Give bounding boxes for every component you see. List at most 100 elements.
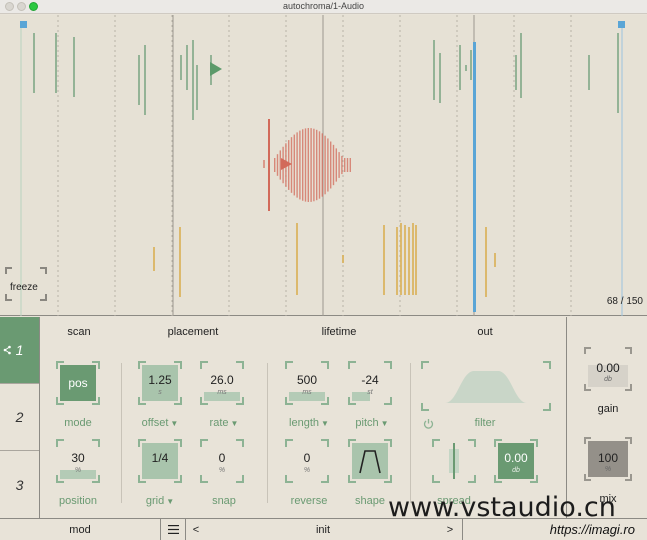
pitch-value: -24 <box>361 373 379 387</box>
output-level-unit: db <box>512 467 520 474</box>
grain-yellow <box>342 255 344 263</box>
filter-curve <box>445 371 527 403</box>
grain-green <box>144 45 146 115</box>
rate-value: 26.0 <box>210 373 234 387</box>
chevron-down-icon: ▼ <box>380 419 389 428</box>
length-value: 500 <box>296 373 318 387</box>
website-link[interactable]: https://imagi.ro <box>550 522 635 537</box>
grain-green <box>433 40 435 100</box>
tab-3[interactable]: 3 <box>0 451 39 518</box>
grain-red <box>316 129 318 201</box>
mix-value: 100 <box>597 451 619 465</box>
mod-button[interactable]: mod <box>0 519 160 540</box>
chevron-down-icon: ▼ <box>170 419 179 428</box>
grain-red <box>321 133 323 197</box>
grid-knob[interactable]: 1/4 <box>138 439 182 483</box>
grain-red <box>268 119 270 211</box>
shape-selector[interactable] <box>348 439 392 483</box>
section-placement-title: placement <box>167 326 219 338</box>
snap-knob[interactable]: 0 % <box>200 439 244 483</box>
grain-count-total: 150 <box>626 296 643 307</box>
tab-3-label: 3 <box>15 476 24 493</box>
grain-visualizer[interactable]: freeze 68 / 150 <box>0 15 647 316</box>
chevron-down-icon: ▼ <box>230 419 239 428</box>
output-level-knob[interactable]: 0.00 db <box>494 439 538 483</box>
pitch-label: pitch <box>355 417 379 429</box>
mode-label: mode <box>64 417 92 429</box>
grain-yellow <box>383 225 385 295</box>
grain-yellow <box>153 247 155 271</box>
grain-red <box>296 132 298 198</box>
grain-yellow <box>412 223 414 295</box>
rate-knob[interactable]: 26.0 ms <box>200 361 244 405</box>
grain-red <box>293 134 295 196</box>
reverse-knob[interactable]: 0 % <box>285 439 329 483</box>
length-knob[interactable]: 500 ms <box>285 361 329 405</box>
spread-knob[interactable] <box>432 439 476 483</box>
pitch-unit: st <box>367 389 373 396</box>
preset-prev-button[interactable]: < <box>186 519 206 540</box>
gain-knob[interactable]: 0.00 db <box>584 347 632 391</box>
pitch-knob[interactable]: -24 st <box>348 361 392 405</box>
playhead-marker <box>618 21 625 28</box>
offset-knob[interactable]: 1.25 s <box>138 361 182 405</box>
offset-dropdown[interactable]: offset ▼ <box>128 417 192 429</box>
divider <box>121 363 122 503</box>
preset-name-label: init <box>315 523 331 536</box>
grid-dropdown[interactable]: grid ▼ <box>128 495 192 507</box>
snap-value: 0 <box>218 451 226 465</box>
grain-green <box>439 53 441 103</box>
chevron-left-icon: < <box>192 523 200 536</box>
offset-value: 1.25 <box>148 373 172 387</box>
grain-red <box>327 138 329 192</box>
mix-knob[interactable]: 100 % <box>584 437 632 481</box>
power-icon[interactable] <box>423 418 434 429</box>
grain-red <box>313 128 315 202</box>
grain-green <box>180 55 182 80</box>
grain-yellow <box>415 225 417 295</box>
tab-2-label: 2 <box>15 409 24 425</box>
reverse-value: 0 <box>303 451 311 465</box>
grain-red <box>279 150 281 180</box>
control-panel: 1 2 3 scan placement lifetime out pos mo… <box>0 317 647 518</box>
tab-1-label: 1 <box>15 342 24 358</box>
gain-value: 0.00 <box>596 361 620 375</box>
filter-label: filter <box>474 417 496 429</box>
grain-red <box>338 152 340 178</box>
grain-green <box>459 45 461 90</box>
reverse-unit: % <box>303 467 311 474</box>
grain-green <box>617 33 619 113</box>
watermark: www.vstaudio.cn <box>388 492 616 523</box>
offset-unit: s <box>158 389 162 396</box>
grain-green <box>186 45 188 90</box>
grain-red <box>307 128 309 202</box>
tab-2[interactable]: 2 <box>0 384 39 451</box>
grain-yellow <box>400 223 402 295</box>
grid-value: 1/4 <box>151 451 169 465</box>
rate-dropdown[interactable]: rate ▼ <box>194 417 254 429</box>
freeze-label: freeze <box>10 282 38 293</box>
rate-unit: ms <box>217 389 227 396</box>
chevron-right-icon: > <box>446 523 454 536</box>
grain-display <box>20 15 625 316</box>
filter-display[interactable] <box>421 361 551 411</box>
grain-red <box>344 158 346 172</box>
divider <box>566 317 567 518</box>
grain-red <box>324 135 326 195</box>
grain-red <box>304 128 307 202</box>
pitch-dropdown[interactable]: pitch ▼ <box>342 417 402 429</box>
snap-label: snap <box>212 495 236 507</box>
grain-red <box>330 141 332 189</box>
gain-label: gain <box>597 403 619 415</box>
grain-green <box>520 33 522 98</box>
position-knob[interactable]: 30 % <box>56 439 100 483</box>
length-dropdown[interactable]: length ▼ <box>277 417 341 429</box>
grain-red <box>276 154 279 176</box>
grain-red <box>263 160 265 168</box>
chevron-down-icon: ▼ <box>321 419 329 428</box>
hamburger-icon <box>167 525 179 534</box>
menu-button[interactable] <box>161 519 185 540</box>
mode-selector[interactable]: pos <box>56 361 100 405</box>
window-title: autochroma/1-Audio <box>282 1 365 11</box>
tab-1[interactable]: 1 <box>0 317 39 384</box>
